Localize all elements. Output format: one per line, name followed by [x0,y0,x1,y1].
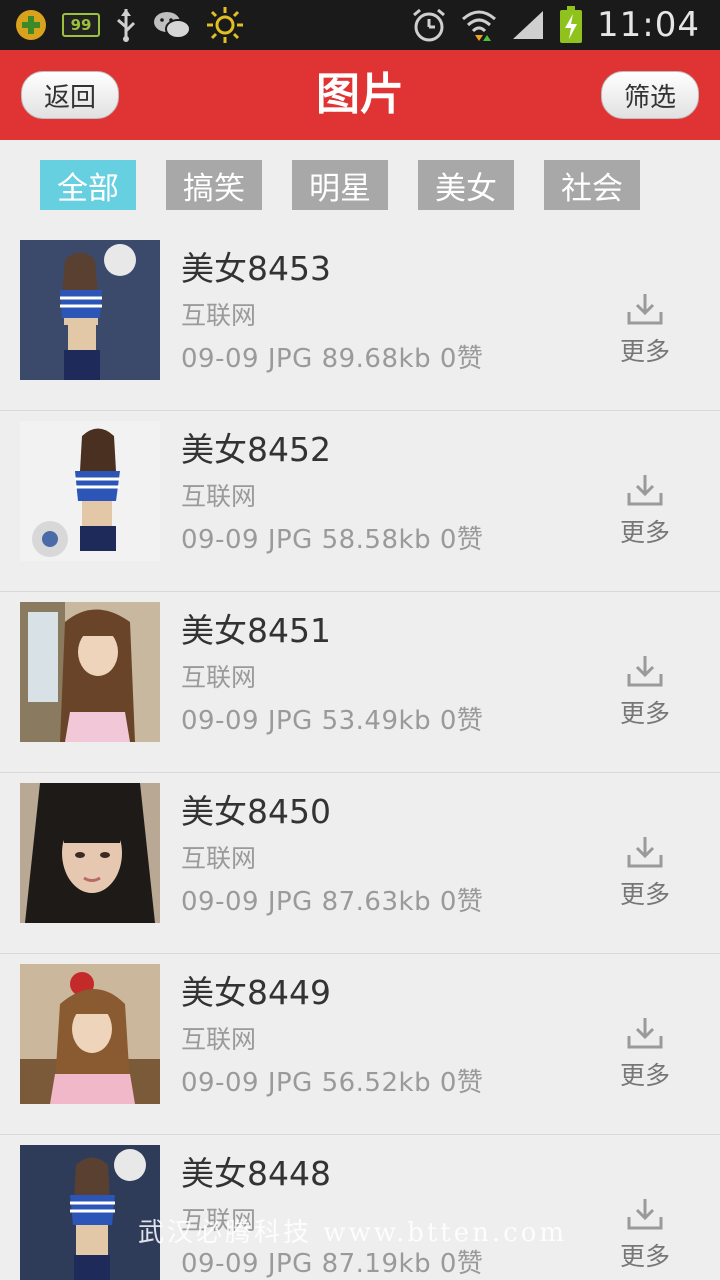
download-icon [627,837,663,868]
tab-celebrity[interactable]: 明星 [292,160,388,210]
item-source: 互联网 [181,301,257,330]
thumbnail-image[interactable] [20,964,160,1104]
item-meta: 09-09 JPG 58.58kb 0赞 [181,525,484,555]
item-source: 互联网 [181,844,257,873]
list-item[interactable]: 美女8451 互联网 09-09 JPG 53.49kb 0赞 更多 [0,592,720,773]
more-button[interactable]: 更多 [600,473,690,553]
thumbnail-image[interactable] [20,783,160,923]
category-tabs: 全部 搞笑 明星 美女 社会 [0,140,720,230]
more-button[interactable]: 更多 [600,1197,690,1277]
battery-charging-icon [559,6,583,44]
more-label: 更多 [619,880,670,909]
filter-button[interactable]: 筛选 [601,71,699,119]
list-item[interactable]: 美女8452 互联网 09-09 JPG 58.58kb 0赞 更多 [0,411,720,592]
item-title: 美女8448 [181,1154,331,1193]
item-source: 互联网 [181,482,257,511]
clock: 11:04 [597,5,700,45]
more-button[interactable]: 更多 [600,835,690,915]
item-title: 美女8452 [181,430,331,469]
download-icon [627,1018,663,1049]
watermark-text: 武汉必腾科技 www.btten.com [138,1218,568,1248]
thumbnail-image[interactable] [20,240,160,380]
item-title: 美女8449 [181,973,331,1012]
item-source: 互联网 [181,1025,257,1054]
more-label: 更多 [619,1242,670,1271]
list-item[interactable]: 美女8449 互联网 09-09 JPG 56.52kb 0赞 更多 [0,954,720,1135]
alarm-icon [411,7,447,43]
signal-icon [511,9,545,41]
item-title: 美女8450 [181,792,331,831]
back-button[interactable]: 返回 [21,71,119,119]
sun-icon [206,6,244,44]
status-bar: 99 11:04 [0,0,720,50]
item-title: 美女8451 [181,611,331,650]
download-icon [627,475,663,506]
item-meta: 09-09 JPG 53.49kb 0赞 [181,706,484,736]
battery-badge-icon: 99 [62,13,100,37]
item-meta: 09-09 JPG 87.63kb 0赞 [181,887,484,917]
list-item[interactable]: 美女8453 互联网 09-09 JPG 89.68kb 0赞 更多 [0,230,720,411]
tab-funny[interactable]: 搞笑 [166,160,262,210]
thumbnail-image[interactable] [20,602,160,742]
download-icon [627,656,663,687]
more-label: 更多 [619,337,670,366]
download-icon [627,1199,663,1230]
item-source: 互联网 [181,663,257,692]
more-label: 更多 [619,1061,670,1090]
tab-society[interactable]: 社会 [544,160,640,210]
usb-icon [114,7,138,43]
wechat-icon [152,9,192,41]
more-label: 更多 [619,699,670,728]
item-meta: 09-09 JPG 89.68kb 0赞 [181,344,484,374]
item-meta: 09-09 JPG 56.52kb 0赞 [181,1068,484,1098]
more-button[interactable]: 更多 [600,654,690,734]
wifi-icon [461,7,497,43]
more-label: 更多 [619,518,670,547]
app-icon [14,8,48,42]
item-title: 美女8453 [181,249,331,288]
download-icon [627,294,663,325]
title-bar: 图片 返回 筛选 [0,50,720,140]
tab-beauty[interactable]: 美女 [418,160,514,210]
list-item[interactable]: 美女8450 互联网 09-09 JPG 87.63kb 0赞 更多 [0,773,720,954]
tab-all[interactable]: 全部 [40,160,136,210]
more-button[interactable]: 更多 [600,292,690,372]
more-button[interactable]: 更多 [600,1016,690,1096]
thumbnail-image[interactable] [20,421,160,561]
list-item[interactable]: 美女8448 互联网 09-09 JPG 87.19kb 0赞 更多 [0,1135,720,1280]
